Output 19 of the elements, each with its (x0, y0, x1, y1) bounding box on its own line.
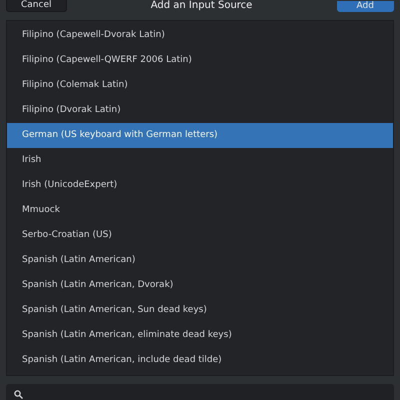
list-item[interactable]: Filipino (Dvorak Latin) (7, 98, 393, 123)
list-item[interactable]: Spanish (Latin American, Sun dead keys) (7, 298, 393, 323)
list-item[interactable]: Mmuock (7, 198, 393, 223)
list-item[interactable]: Serbo-Croatian (US) (7, 223, 393, 248)
list-item[interactable]: Filipino (Capewell-QWERF 2006 Latin) (7, 48, 393, 73)
list-item[interactable]: Spanish (Latin American, Dvorak) (7, 273, 393, 298)
list-item[interactable]: Filipino (Colemak Latin) (7, 73, 393, 98)
add-button[interactable]: Add (336, 1, 394, 12)
list-item[interactable]: Spanish (Latin American, eliminate dead keys) (7, 323, 393, 348)
search-field[interactable] (6, 384, 394, 400)
search-icon (14, 390, 23, 399)
list-item[interactable]: German (US keyboard with German letters) (7, 123, 393, 148)
list-item[interactable]: Irish (7, 148, 393, 173)
dialog-title: Add an Input Source (150, 0, 252, 12)
list-item[interactable]: Filipino (Capewell-Dvorak Latin) (7, 23, 393, 48)
cancel-button[interactable]: Cancel (6, 0, 66, 12)
list-item[interactable]: Spanish (Latin American) (7, 248, 393, 273)
list-item[interactable]: Irish (UnicodeExpert) (7, 173, 393, 198)
list-item[interactable]: Spanish (Latin American, include dead tilde) (7, 348, 393, 373)
